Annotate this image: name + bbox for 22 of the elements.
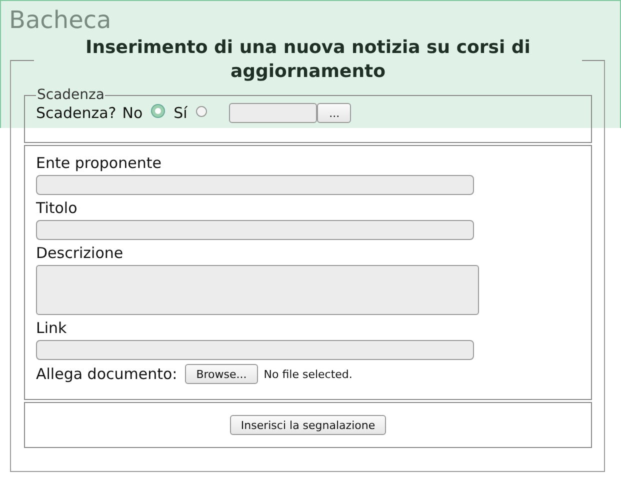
text-area[interactable]: [36, 265, 479, 315]
field-label: Descrizione: [36, 244, 124, 263]
radio-label: No: [122, 104, 143, 122]
date-field[interactable]: [229, 103, 318, 123]
field-label: Link: [36, 319, 68, 338]
radio-label: Sí: [174, 104, 188, 122]
radio-button[interactable]: [152, 105, 164, 117]
field-label: Scadenza?: [36, 104, 116, 122]
input-field[interactable]: [36, 220, 474, 240]
section-legend: Scadenza: [36, 87, 106, 103]
form-title: Inserimento di una nuova notizia su corsi di aggiornamento: [84, 36, 532, 84]
field-label: Allega documento:: [36, 364, 178, 384]
date-picker-button[interactable]: ...: [317, 103, 352, 123]
field-label: Ente proponente: [36, 154, 162, 173]
file-status: No file selected.: [264, 368, 352, 380]
browse-button[interactable]: Browse...: [185, 364, 258, 384]
radio-button[interactable]: [196, 106, 208, 116]
input-field[interactable]: [36, 175, 474, 195]
submit-button[interactable]: Inserisci la segnalazione: [230, 415, 386, 435]
field-label: Titolo: [36, 199, 78, 218]
input-field[interactable]: [36, 340, 474, 360]
page-title: Bacheca: [9, 6, 112, 34]
